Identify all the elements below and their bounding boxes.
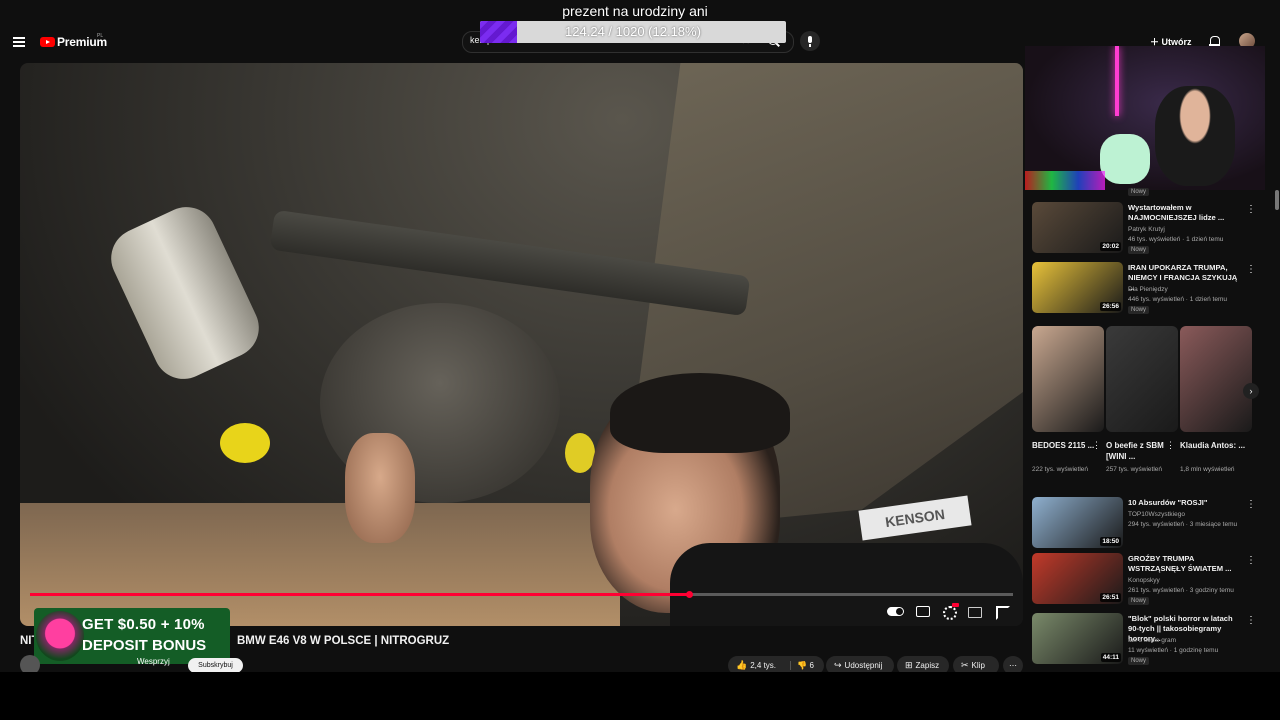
short-views: 257 tys. wyświetleń bbox=[1106, 466, 1162, 473]
progress-played bbox=[30, 593, 689, 596]
channel-name[interactable]: Patryk Krutyj bbox=[1128, 226, 1165, 233]
video-meta: 11 wyświetleń · 1 godzinę temu bbox=[1128, 647, 1219, 654]
ad-text-line2: DEPOSIT BONUS bbox=[82, 637, 207, 654]
new-badge: Nowy bbox=[1128, 657, 1150, 665]
video-thumbnail[interactable]: 26:56 bbox=[1032, 262, 1123, 313]
video-duration: 44:11 bbox=[1100, 653, 1121, 662]
new-badge: Nowy bbox=[1128, 188, 1150, 196]
sidebar-video-item[interactable]: 26:56 IRAN UPOKARZA TRUMPA, NIEMCY I FRA… bbox=[1032, 262, 1272, 318]
video-scene-yellow-mount bbox=[220, 423, 270, 463]
ad-logo bbox=[36, 611, 84, 661]
video-thumbnail[interactable]: 20:02 bbox=[1032, 202, 1123, 253]
streamer-webcam bbox=[1025, 46, 1265, 190]
video-scene-sign: KENSON bbox=[858, 495, 972, 541]
channel-name[interactable]: Konopskyy bbox=[1128, 577, 1160, 584]
donation-goal-title: prezent na urodziny ani bbox=[562, 3, 708, 19]
ad-text-line1: GET $0.50 + 10% bbox=[82, 616, 205, 633]
subscribe-button[interactable]: Subskrybuj bbox=[188, 658, 243, 673]
video-meta: 46 tys. wyświetleń · 1 dzień temu bbox=[1128, 236, 1224, 243]
sidebar-scrollbar[interactable] bbox=[1275, 190, 1279, 210]
fullscreen-icon[interactable] bbox=[996, 606, 1010, 620]
voice-search-button[interactable] bbox=[800, 31, 820, 51]
notifications-bell-icon[interactable] bbox=[1209, 36, 1220, 46]
video-player[interactable]: KENSON bbox=[20, 63, 1023, 626]
support-button[interactable]: Wesprzyj bbox=[137, 657, 170, 666]
short-thumbnail[interactable] bbox=[1180, 326, 1252, 432]
short-views: 222 tys. wyświetleń bbox=[1032, 466, 1088, 473]
webcam-streamer bbox=[1155, 86, 1235, 186]
short-views: 1,8 mln wyświetleń bbox=[1180, 466, 1235, 473]
video-title[interactable]: 10 Absurdów "ROSJI" bbox=[1128, 498, 1243, 508]
video-duration: 26:51 bbox=[1100, 593, 1121, 602]
video-scene-hand bbox=[345, 433, 415, 543]
kebab-menu-icon[interactable]: ⋮ bbox=[1246, 264, 1256, 275]
hd-badge bbox=[952, 603, 959, 607]
letterbox-bottom bbox=[0, 672, 1280, 720]
sidebar-video-item[interactable]: 44:11 "Blok" polski horror w latach 90-t… bbox=[1032, 613, 1272, 669]
kebab-menu-icon[interactable]: ⋮ bbox=[1246, 555, 1256, 566]
video-duration: 18:50 bbox=[1100, 537, 1121, 546]
channel-name[interactable]: TOP10Wszystkiego bbox=[1128, 511, 1185, 518]
mic-icon bbox=[808, 36, 812, 47]
webcam-streamer-legs bbox=[1100, 134, 1150, 184]
menu-icon[interactable] bbox=[13, 37, 25, 47]
autoplay-toggle[interactable] bbox=[887, 607, 904, 616]
video-title[interactable]: GROŹBY TRUMPA WSTRZĄSNĘŁY ŚWIATEM ... bbox=[1128, 554, 1243, 574]
kebab-menu-icon[interactable]: ⋮ bbox=[1166, 440, 1175, 451]
video-meta: 446 tys. wyświetleń · 1 dzień temu bbox=[1128, 296, 1227, 303]
new-badge: Nowy bbox=[1128, 246, 1150, 254]
miniplayer-icon[interactable] bbox=[968, 607, 982, 618]
video-title[interactable]: Wystartowałem w NAJMOCNIEJSZEJ lidze ... bbox=[1128, 203, 1243, 223]
video-meta: 261 tys. wyświetleń · 3 godziny temu bbox=[1128, 587, 1234, 594]
short-title[interactable]: BEDOES 2115 ... bbox=[1032, 440, 1094, 451]
ad-banner[interactable]: GET $0.50 + 10% DEPOSIT BONUS bbox=[34, 608, 230, 664]
channel-name[interactable]: tak o sobie gram bbox=[1128, 637, 1176, 644]
short-thumbnail[interactable] bbox=[1032, 326, 1104, 432]
video-thumbnail[interactable]: 18:50 bbox=[1032, 497, 1123, 548]
webcam-neon-light bbox=[1115, 46, 1119, 116]
new-badge: Nowy bbox=[1128, 306, 1150, 314]
kebab-menu-icon[interactable]: ⋮ bbox=[1092, 440, 1101, 451]
video-scene-pipe bbox=[101, 197, 269, 389]
video-meta: 294 tys. wyświetleń · 3 miesiące temu bbox=[1128, 521, 1238, 528]
new-badge: Nowy bbox=[1128, 597, 1150, 605]
share-label: Udostępnij bbox=[844, 661, 883, 670]
sidebar-video-item[interactable]: 18:50 10 Absurdów "ROSJI" TOP10Wszystkie… bbox=[1032, 497, 1272, 553]
video-title-visible: BMW E46 V8 W POLSCE | NITROGRUZ bbox=[237, 635, 450, 647]
youtube-logo-icon[interactable] bbox=[40, 37, 55, 47]
kebab-menu-icon[interactable]: ⋮ bbox=[1246, 204, 1256, 215]
video-thumbnail[interactable]: 44:11 bbox=[1032, 613, 1123, 664]
video-duration: 20:02 bbox=[1100, 242, 1121, 251]
sidebar-video-item[interactable]: 20:02 Wystartowałem w NAJMOCNIEJSZEJ lid… bbox=[1032, 202, 1272, 258]
save-label: Zapisz bbox=[915, 661, 940, 670]
dislike-count[interactable]: 6 bbox=[809, 661, 813, 670]
chevron-right-icon[interactable]: › bbox=[1243, 383, 1259, 399]
thumbs-down-icon[interactable]: 👎 bbox=[790, 661, 808, 670]
video-duration: 26:56 bbox=[1100, 302, 1121, 311]
donation-goal-text: 124.24 / 1020 (12.18%) bbox=[565, 24, 701, 39]
video-thumbnail[interactable]: 26:51 bbox=[1032, 553, 1123, 604]
short-title[interactable]: Klaudia Antos: ... bbox=[1180, 440, 1245, 451]
short-thumbnail[interactable] bbox=[1106, 326, 1178, 432]
kebab-menu-icon[interactable]: ⋮ bbox=[1246, 499, 1256, 510]
like-count[interactable]: 2,4 tys. bbox=[750, 661, 776, 670]
webcam-keyboard bbox=[1025, 171, 1105, 190]
video-scene-hair bbox=[610, 373, 790, 453]
clip-label: Klip bbox=[971, 661, 985, 670]
subtitles-icon[interactable] bbox=[916, 606, 930, 617]
sidebar-video-item[interactable]: 26:51 GROŹBY TRUMPA WSTRZĄSNĘŁY ŚWIATEM … bbox=[1032, 553, 1272, 609]
channel-name[interactable]: Dla Pieniędzy bbox=[1128, 286, 1168, 293]
logo-region: PL bbox=[97, 33, 104, 39]
kebab-menu-icon[interactable]: ⋮ bbox=[1246, 615, 1256, 626]
settings-gear-icon[interactable] bbox=[943, 606, 957, 620]
progress-scrubber[interactable] bbox=[685, 591, 693, 598]
